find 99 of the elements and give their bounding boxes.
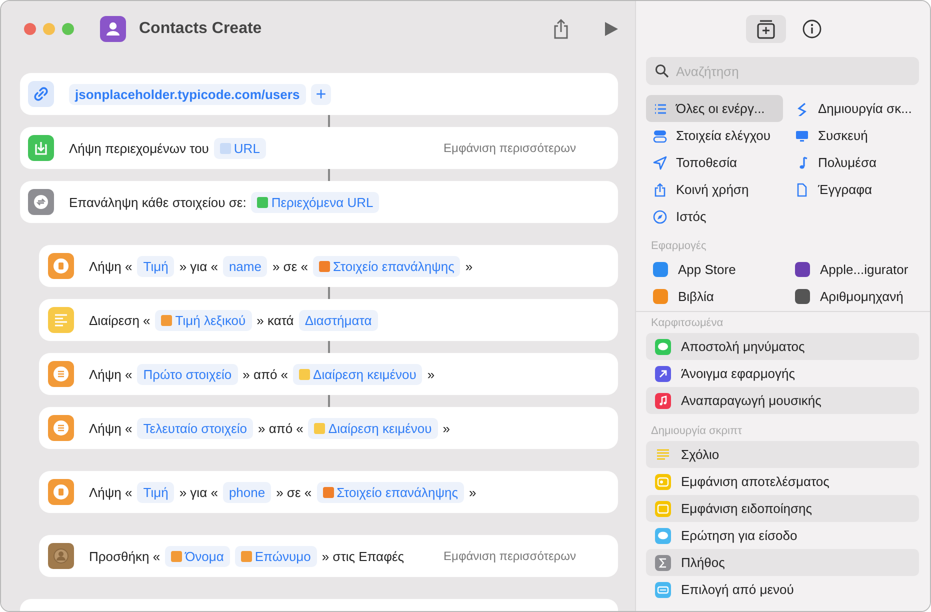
link-icon	[28, 81, 54, 107]
category-item[interactable]: Έγγραφα	[788, 176, 919, 203]
share-icon[interactable]	[552, 18, 570, 40]
action-item[interactable]: Πλήθος	[646, 549, 919, 576]
action-label: » στις Επαφές	[322, 548, 404, 564]
action-label: Επανάληψη κάθε στοιχείου σε:	[69, 194, 246, 210]
action-card[interactable]: Προσθήκη « Όνομα Επώνυμο » στις Επαφές Εμφάνιση περισσότερων	[39, 535, 618, 577]
parameter-token[interactable]: Όνομα	[165, 546, 230, 566]
category-item[interactable]: Πολυμέσα	[788, 149, 919, 176]
action-label: »	[469, 484, 476, 500]
url-field[interactable]: jsonplaceholder.typicode.com/users	[69, 84, 306, 104]
app-item[interactable]: Βιβλία	[646, 283, 783, 310]
parameter-token[interactable]: Διαίρεση κειμένου	[308, 418, 438, 438]
repeat-icon	[28, 189, 54, 215]
action-label: Διαίρεση «	[89, 312, 150, 328]
share-icon	[653, 182, 667, 196]
action-label: » από «	[258, 420, 304, 436]
action-item[interactable]: Εμφάνιση ειδοποίησης	[646, 495, 919, 522]
action-label: » για «	[179, 258, 218, 274]
action-label: »	[442, 420, 450, 436]
action-label: » κατά	[256, 312, 294, 328]
library-icon	[755, 18, 778, 40]
action-card[interactable]: Επανάληψη κάθε στοιχείου σε: Περιεχόμενα URL	[20, 181, 618, 223]
search-field[interactable]: Αναζήτηση	[646, 57, 919, 85]
show-more-link[interactable]: Εμφάνιση περισσότερων	[444, 549, 576, 563]
action-item[interactable]: Εμφάνιση αποτελέσματος	[646, 468, 919, 495]
action-label: » για «	[179, 484, 218, 500]
category-item[interactable]: Δημιουργία σκ...	[788, 95, 919, 122]
action-item[interactable]: Άνοιγμα εφαρμογής	[646, 360, 919, 387]
action-card[interactable]: Λήψη « Τιμή » για « name » σε « Στοιχείο επανάληψης »	[39, 245, 618, 287]
category-item[interactable]: Κοινή χρήση	[646, 176, 783, 203]
play-icon[interactable]	[603, 20, 619, 38]
parameter-token[interactable]: Τιμή	[137, 482, 174, 502]
app-item[interactable]: App Store	[646, 256, 783, 283]
text-icon	[48, 307, 74, 333]
category-item[interactable]: Ιστός	[646, 203, 783, 230]
action-item[interactable]: Αποστολή μηνύματος	[646, 333, 919, 360]
app-item[interactable]: Αριθμομηχανή	[788, 283, 919, 310]
action-item[interactable]: Ερώτηση για είσοδο	[646, 522, 919, 549]
app-item[interactable]: Apple...igurator	[788, 256, 919, 283]
list-icon	[48, 361, 74, 387]
action-label: » σε «	[272, 258, 308, 274]
action-item[interactable]: Επιλογή από μενού	[646, 576, 919, 603]
info-icon	[801, 18, 824, 40]
action-label: Λήψη «	[89, 484, 132, 500]
download-icon	[28, 135, 54, 161]
location-arrow-icon	[653, 156, 667, 170]
parameter-token[interactable]: Στοιχείο επανάληψης	[312, 256, 460, 276]
parameter-token[interactable]: Διαστήματα	[298, 310, 378, 330]
person-icon	[100, 16, 126, 42]
parameter-token[interactable]: phone	[222, 482, 272, 502]
action-label: Λήψη «	[89, 366, 132, 382]
compass-icon	[653, 210, 667, 224]
parameter-token[interactable]: Στοιχείο επανάληψης	[316, 482, 464, 502]
action-label: »	[427, 366, 435, 382]
action-card[interactable]: Διαίρεση « Τιμή λεξικού » κατά Διαστήματα	[39, 299, 618, 341]
section-header: Καρφιτσωμένα	[650, 316, 724, 331]
parameter-token[interactable]: Περιεχόμενα URL	[251, 192, 380, 212]
action-label: » σε «	[276, 484, 312, 500]
parameter-token[interactable]: name	[222, 256, 268, 276]
parameter-token[interactable]: Διαίρεση κειμένου	[293, 364, 422, 384]
section-header: Δημιουργία σκριπτ	[650, 424, 743, 439]
parameter-token[interactable]: Τιμή λεξικού	[155, 310, 252, 330]
action-card[interactable]: Λήψη περιεχομένων του URL Εμφάνιση περισσότερων	[20, 127, 618, 169]
parameter-token[interactable]: Επώνυμο	[234, 546, 317, 566]
section-header: Εφαρμογές	[650, 239, 708, 254]
category-item[interactable]: Όλες οι ενέργ...	[646, 95, 783, 122]
show-more-link[interactable]: Εμφάνιση περισσότερων	[444, 141, 576, 155]
action-card[interactable]: Λήψη « Πρώτο στοιχείο » από « Διαίρεση κειμένου »	[39, 353, 618, 395]
parameter-token[interactable]: Τελευταίο στοιχείο	[137, 418, 254, 438]
window-title: Contacts Create	[139, 20, 262, 38]
window-control[interactable]	[24, 23, 36, 35]
add-button[interactable]: +	[310, 84, 332, 104]
contact-book-icon	[48, 543, 74, 569]
action-label: Λήψη «	[89, 420, 132, 436]
action-label: Λήψη «	[89, 258, 132, 274]
action-card[interactable]: Λήψη « Τιμή » για « phone » σε « Στοιχείο επανάληψης »	[39, 471, 618, 513]
action-card[interactable]: jsonplaceholder.typicode.com/users +	[20, 73, 618, 115]
scripting-icon	[795, 102, 809, 116]
tab[interactable]	[746, 15, 786, 43]
category-item[interactable]: Τοποθεσία	[646, 149, 783, 176]
action-label: Προσθήκη «	[89, 548, 160, 564]
action-label: Λήψη περιεχομένων του	[69, 140, 209, 156]
parameter-token[interactable]: Τιμή	[137, 256, 174, 276]
parameter-token[interactable]: Πρώτο στοιχείο	[137, 364, 238, 384]
action-item[interactable]: Σχόλιο	[646, 441, 919, 468]
action-label: »	[465, 258, 473, 274]
action-label: » από «	[242, 366, 288, 382]
list-icon	[48, 415, 74, 441]
list-icon	[653, 102, 667, 116]
search-icon	[655, 64, 669, 78]
category-item[interactable]: Συσκευή	[788, 122, 919, 149]
toggle-icon	[653, 128, 667, 142]
category-item[interactable]: Στοιχεία ελέγχου	[646, 122, 783, 149]
action-item[interactable]: Αναπαραγωγή μουσικής	[646, 387, 919, 414]
document-icon	[795, 182, 809, 196]
action-card[interactable]: Λήψη « Τελευταίο στοιχείο » από « Διαίρεση κειμένου »	[39, 407, 618, 449]
monitor-icon	[795, 128, 809, 142]
parameter-token[interactable]: URL	[214, 138, 266, 158]
